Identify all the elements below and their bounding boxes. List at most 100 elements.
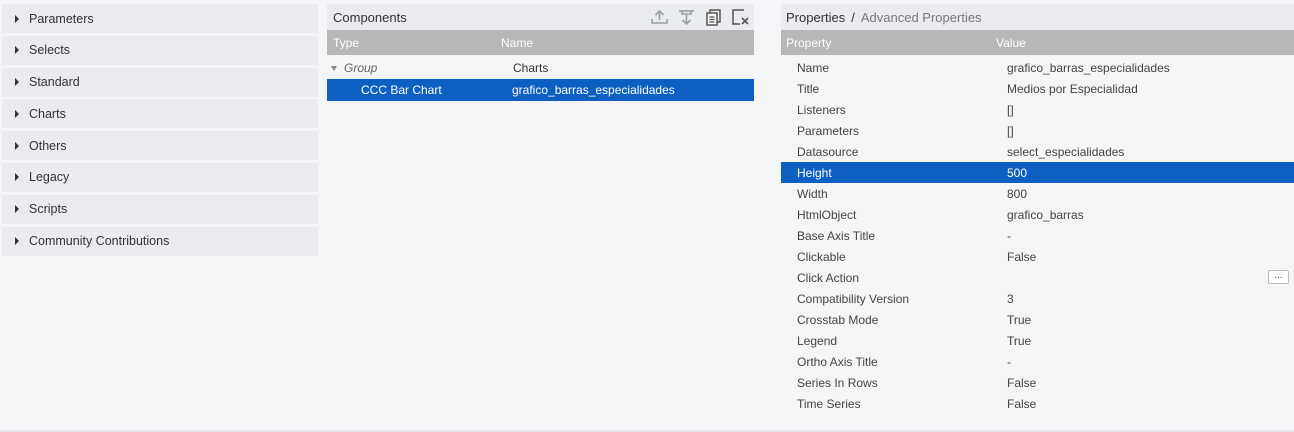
property-value[interactable]: 3 <box>1007 292 1014 306</box>
caret-right-icon <box>15 109 19 118</box>
property-value[interactable]: False <box>1007 397 1036 411</box>
components-toolbar <box>646 4 754 30</box>
property-row-clickable[interactable]: Clickable False <box>781 246 1294 267</box>
duplicate-icon[interactable] <box>700 4 727 30</box>
property-row-compatibility-version[interactable]: Compatibility Version 3 <box>781 288 1294 309</box>
move-up-icon[interactable] <box>646 4 673 30</box>
property-row-listeners[interactable]: Listeners [] <box>781 99 1294 120</box>
palette-item-others[interactable]: Others <box>2 131 318 161</box>
breadcrumb-separator: / <box>851 9 855 25</box>
palette-item-legacy[interactable]: Legacy <box>2 162 318 192</box>
property-name: Base Axis Title <box>797 228 876 243</box>
property-value[interactable]: [] <box>1007 124 1014 138</box>
property-value[interactable]: [] <box>1007 103 1014 117</box>
column-property[interactable]: Property <box>786 36 831 50</box>
palette-item-label: Selects <box>29 43 70 58</box>
property-value[interactable]: grafico_barras_especialidades <box>1007 61 1170 75</box>
caret-down-icon[interactable] <box>331 66 337 71</box>
components-header: Components <box>327 4 754 30</box>
property-row-width[interactable]: Width 800 <box>781 183 1294 204</box>
property-name: Ortho Axis Title <box>797 354 878 369</box>
property-value[interactable]: False <box>1007 376 1036 390</box>
caret-right-icon <box>15 141 19 150</box>
component-palette: Parameters Selects Standard Charts Other… <box>2 4 318 258</box>
breadcrumb-properties[interactable]: Properties <box>786 10 845 25</box>
property-row-time-series[interactable]: Time Series False <box>781 393 1294 414</box>
palette-item-standard[interactable]: Standard <box>2 67 318 97</box>
palette-item-label: Others <box>29 138 67 153</box>
components-panel: Components Type Name Group Charts CCC Ba… <box>327 4 754 101</box>
property-name: Legend <box>797 333 838 348</box>
property-value[interactable]: 800 <box>1007 187 1027 201</box>
property-row-datasource[interactable]: Datasource select_especialidades <box>781 141 1294 162</box>
caret-right-icon <box>15 14 19 23</box>
properties-header: Properties / Advanced Properties <box>781 4 1294 30</box>
components-column-header: Type Name <box>327 30 754 55</box>
caret-right-icon <box>15 237 19 246</box>
property-name: Height <box>797 165 832 180</box>
palette-item-scripts[interactable]: Scripts <box>2 194 318 224</box>
component-name: Charts <box>513 61 549 75</box>
property-row-htmlobject[interactable]: HtmlObject grafico_barras <box>781 204 1294 225</box>
component-type: CCC Bar Chart <box>361 83 442 97</box>
property-value[interactable]: True <box>1007 334 1031 348</box>
property-row-legend[interactable]: Legend True <box>781 330 1294 351</box>
palette-item-label: Legacy <box>29 170 70 185</box>
property-row-parameters[interactable]: Parameters [] <box>781 120 1294 141</box>
property-name: Parameters <box>797 123 860 138</box>
property-row-crosstab-mode[interactable]: Crosstab Mode True <box>781 309 1294 330</box>
property-name: Clickable <box>797 249 846 264</box>
property-row-height[interactable]: Height 500 <box>781 162 1294 183</box>
property-name: Name <box>797 60 830 75</box>
property-name: HtmlObject <box>797 207 857 222</box>
component-row-group[interactable]: Group Charts <box>327 57 754 79</box>
property-value[interactable]: Medios por Especialidad <box>1007 82 1138 96</box>
property-name: Compatibility Version <box>797 291 910 306</box>
component-type: Group <box>344 61 378 75</box>
column-name[interactable]: Name <box>501 36 533 50</box>
properties-column-header: Property Value <box>781 30 1294 55</box>
property-value[interactable]: True <box>1007 313 1031 327</box>
edit-button[interactable]: ... <box>1268 270 1289 284</box>
property-name: Listeners <box>797 102 846 117</box>
breadcrumb-advanced-properties[interactable]: Advanced Properties <box>861 10 982 25</box>
property-row-click-action[interactable]: Click Action... <box>781 267 1294 288</box>
property-name: Width <box>797 186 828 201</box>
components-title: Components <box>333 9 407 25</box>
property-name: Crosstab Mode <box>797 312 879 327</box>
property-row-base-axis-title[interactable]: Base Axis Title - <box>781 225 1294 246</box>
component-row-selected[interactable]: CCC Bar Chart grafico_barras_especialida… <box>327 79 754 101</box>
palette-item-label: Community Contributions <box>29 234 170 249</box>
property-row-series-in-rows[interactable]: Series In Rows False <box>781 372 1294 393</box>
property-value[interactable]: grafico_barras <box>1007 208 1084 222</box>
property-value[interactable]: - <box>1007 355 1011 369</box>
palette-item-parameters[interactable]: Parameters <box>2 4 318 33</box>
property-name: Series In Rows <box>797 375 878 390</box>
palette-item-selects[interactable]: Selects <box>2 35 318 65</box>
property-value[interactable]: select_especialidades <box>1007 145 1124 159</box>
palette-item-label: Parameters <box>29 11 94 26</box>
component-name: grafico_barras_especialidades <box>512 83 675 97</box>
property-value[interactable]: False <box>1007 250 1036 264</box>
caret-right-icon <box>15 205 19 214</box>
column-value[interactable]: Value <box>996 36 1026 50</box>
caret-right-icon <box>15 173 19 182</box>
palette-item-label: Standard <box>29 75 80 90</box>
property-row-name[interactable]: Name grafico_barras_especialidades <box>781 57 1294 78</box>
palette-item-label: Charts <box>29 106 66 121</box>
palette-item-charts[interactable]: Charts <box>2 99 318 129</box>
property-value[interactable]: 500 <box>1007 166 1027 180</box>
property-row-title[interactable]: Title Medios por Especialidad <box>781 78 1294 99</box>
palette-item-community-contributions[interactable]: Community Contributions <box>2 226 318 256</box>
property-name: Title <box>797 81 820 96</box>
property-name: Click Action <box>797 270 860 285</box>
column-type[interactable]: Type <box>333 36 359 50</box>
property-value[interactable]: - <box>1007 229 1011 243</box>
property-row-ortho-axis-title[interactable]: Ortho Axis Title - <box>781 351 1294 372</box>
delete-icon[interactable] <box>727 4 754 30</box>
move-down-icon[interactable] <box>673 4 700 30</box>
caret-right-icon <box>15 46 19 55</box>
property-name: Datasource <box>797 144 859 159</box>
property-name: Time Series <box>797 396 861 411</box>
caret-right-icon <box>15 78 19 87</box>
